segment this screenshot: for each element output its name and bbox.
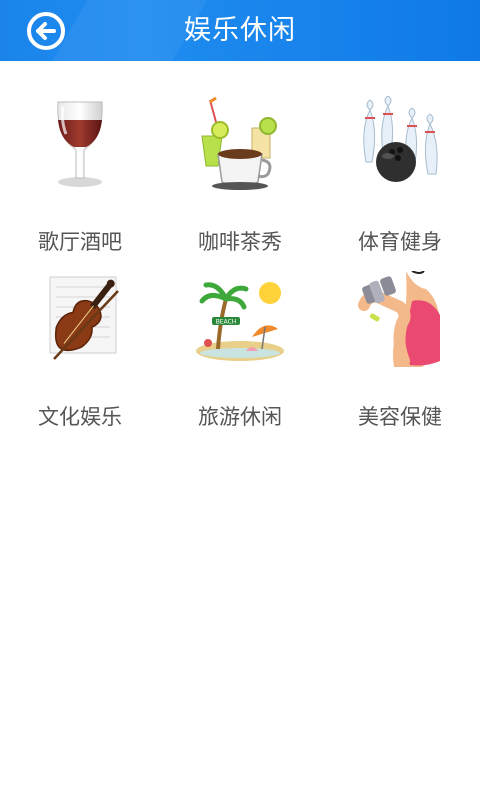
category-label: 美容保健 — [358, 405, 442, 429]
beach-icon: BEACH — [196, 282, 284, 361]
category-item-coffee[interactable]: 咖啡茶秀 — [160, 96, 320, 254]
category-item-culture[interactable]: 文化娱乐 — [0, 271, 160, 429]
back-button[interactable] — [24, 9, 68, 53]
category-label: 旅游休闲 — [198, 405, 282, 429]
back-arrow-icon — [27, 12, 65, 50]
app-header: 娱乐休闲 — [0, 0, 480, 61]
category-item-bar[interactable]: 歌厅酒吧 — [0, 96, 160, 254]
category-item-sports[interactable]: 体育健身 — [320, 96, 480, 254]
wine-glass-icon — [57, 101, 103, 187]
page-title: 娱乐休闲 — [184, 15, 296, 46]
category-label: 歌厅酒吧 — [38, 230, 122, 254]
svg-text:BEACH: BEACH — [216, 319, 237, 326]
category-label: 文化娱乐 — [38, 405, 122, 429]
coffee-drinks-icon — [201, 96, 277, 190]
category-item-travel[interactable]: BEACH 旅游休闲 — [160, 271, 320, 429]
category-label: 咖啡茶秀 — [198, 230, 282, 254]
fitness-woman-icon — [358, 271, 440, 367]
category-label: 体育健身 — [358, 230, 442, 254]
violin-icon — [49, 276, 119, 360]
category-item-beauty[interactable]: 美容保健 — [320, 271, 480, 429]
bowling-icon — [363, 96, 438, 182]
